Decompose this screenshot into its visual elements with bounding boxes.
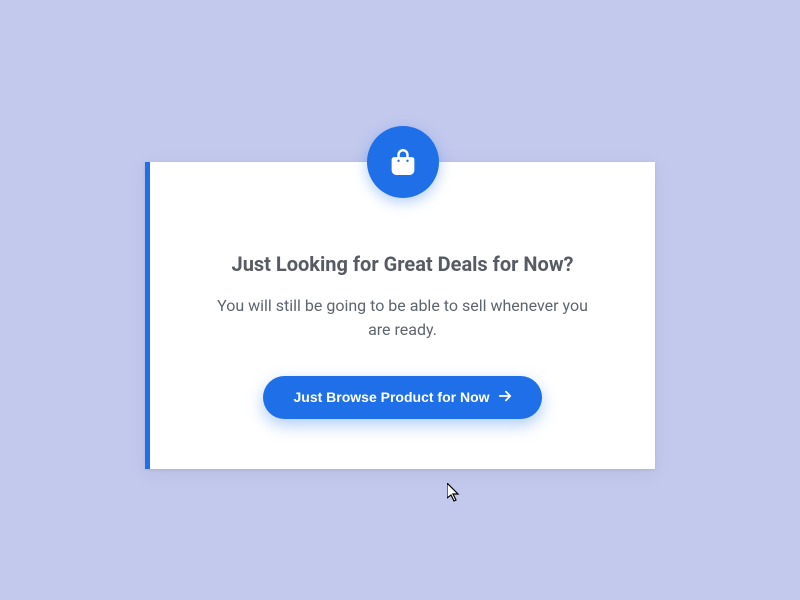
shopping-bag-icon (367, 126, 439, 198)
card-subtext: You will still be going to be able to se… (190, 294, 615, 342)
mouse-cursor (447, 483, 463, 503)
arrow-right-icon (498, 389, 512, 406)
card-heading: Just Looking for Great Deals for Now? (190, 252, 615, 276)
browse-button-label: Just Browse Product for Now (293, 389, 489, 405)
browse-products-button[interactable]: Just Browse Product for Now (263, 376, 541, 419)
deals-card: Just Looking for Great Deals for Now? Yo… (145, 162, 655, 469)
